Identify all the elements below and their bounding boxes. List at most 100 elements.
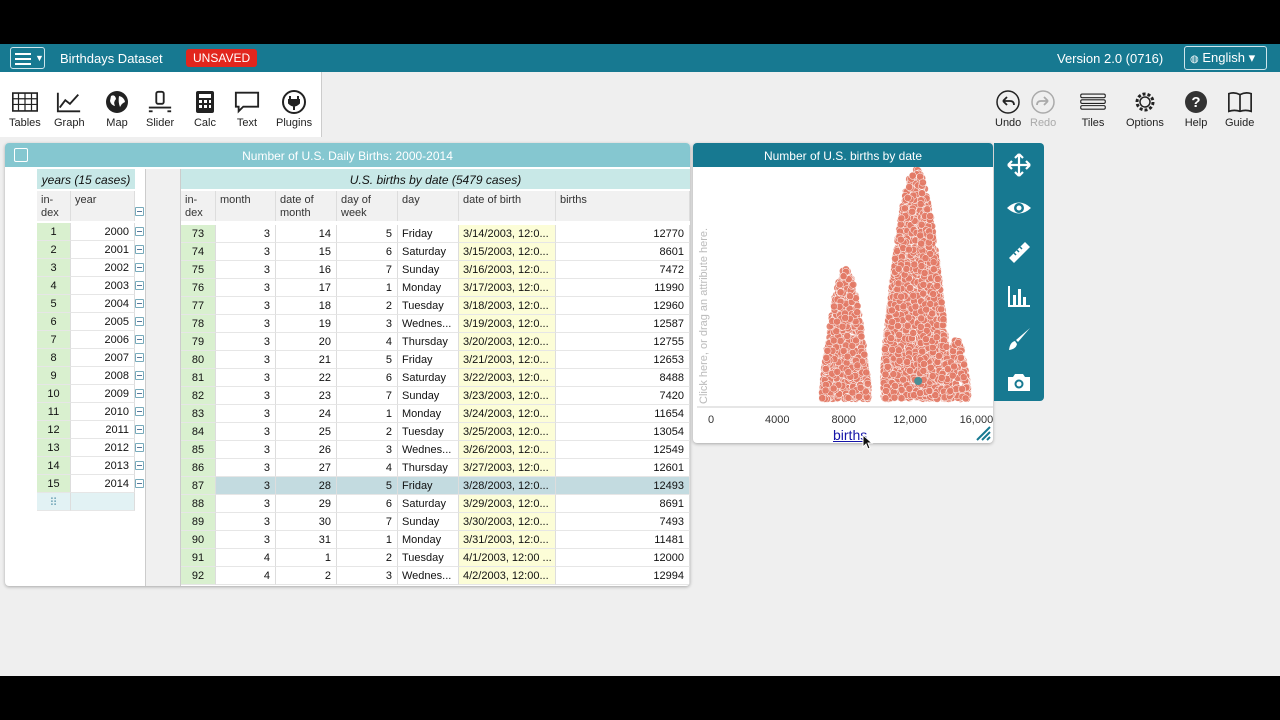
data-point[interactable] [894, 346, 903, 355]
data-point[interactable] [846, 292, 854, 301]
cell-month[interactable]: 3 [216, 459, 276, 477]
data-point[interactable] [836, 288, 845, 297]
data-point[interactable] [918, 189, 926, 198]
graph-tile[interactable]: Number of U.S. births by date 0 4000 8000 1… [693, 143, 993, 443]
parent-row-index[interactable]: 9 [37, 367, 71, 385]
cell-day[interactable]: Monday [398, 279, 459, 297]
cell-month[interactable]: 3 [216, 405, 276, 423]
data-point[interactable] [959, 373, 968, 382]
data-point[interactable] [919, 289, 928, 298]
data-point[interactable] [903, 358, 911, 366]
collapse-toggle-icon[interactable] [135, 407, 144, 416]
cell-day[interactable]: Saturday [398, 243, 459, 261]
data-point[interactable] [844, 368, 853, 376]
options-button[interactable]: Options [1126, 90, 1164, 129]
brush-icon[interactable] [1006, 326, 1032, 352]
resize-handle-icon[interactable] [975, 425, 991, 441]
data-point[interactable] [832, 327, 841, 336]
data-point[interactable] [894, 322, 902, 330]
cell-month[interactable]: 4 [216, 549, 276, 567]
child-row-index[interactable]: 89 [181, 513, 216, 531]
data-point[interactable] [853, 361, 862, 370]
data-point[interactable] [901, 204, 909, 213]
data-point[interactable] [835, 280, 844, 289]
data-point[interactable] [937, 298, 946, 307]
cell-date-of-month[interactable]: 24 [276, 405, 337, 423]
data-point[interactable] [902, 265, 911, 273]
cell-date-of-birth[interactable]: 3/27/2003, 12:0... [459, 459, 556, 477]
cell-births[interactable]: 12755 [556, 333, 690, 351]
cell-month[interactable]: 3 [216, 441, 276, 459]
data-point[interactable] [937, 305, 946, 314]
data-point[interactable] [950, 362, 958, 371]
cell-date-of-birth[interactable]: 3/29/2003, 12:0... [459, 495, 556, 513]
data-point[interactable] [860, 350, 869, 359]
parent-row-year[interactable]: 2009 [71, 385, 135, 403]
data-point[interactable] [821, 386, 830, 395]
tables-tool-button[interactable]: Tables [9, 90, 41, 129]
child-row-index[interactable]: 85 [181, 441, 216, 459]
cell-day-of-week[interactable]: 6 [337, 369, 398, 387]
child-row-index[interactable]: 77 [181, 297, 216, 315]
cell-day-of-week[interactable]: 4 [337, 459, 398, 477]
cell-date-of-month[interactable]: 31 [276, 531, 337, 549]
data-point[interactable] [849, 280, 858, 289]
cell-month[interactable]: 4 [216, 567, 276, 585]
cell-month[interactable]: 3 [216, 423, 276, 441]
cell-month[interactable]: 3 [216, 243, 276, 261]
cell-day-of-week[interactable]: 7 [337, 513, 398, 531]
child-row-index[interactable]: 91 [181, 549, 216, 567]
cell-date-of-month[interactable]: 15 [276, 243, 337, 261]
data-point[interactable] [918, 347, 927, 356]
cell-day-of-week[interactable]: 7 [337, 261, 398, 279]
cell-births[interactable]: 12960 [556, 297, 690, 315]
child-row-index[interactable]: 76 [181, 279, 216, 297]
cell-day-of-week[interactable]: 6 [337, 495, 398, 513]
data-point[interactable] [863, 379, 872, 388]
data-point[interactable] [903, 321, 912, 330]
cell-date-of-month[interactable]: 29 [276, 495, 337, 513]
parent-row-year[interactable]: 2000 [71, 223, 135, 241]
camera-icon[interactable] [1006, 369, 1032, 395]
ruler-icon[interactable] [1006, 239, 1032, 265]
parent-column-header[interactable]: in- dex [37, 191, 71, 221]
data-point[interactable] [908, 171, 917, 180]
data-point[interactable] [935, 352, 943, 360]
slider-tool-button[interactable]: Slider [146, 90, 174, 129]
selected-data-point[interactable] [914, 377, 923, 385]
data-point[interactable] [917, 220, 926, 229]
child-row-index[interactable]: 79 [181, 333, 216, 351]
data-point[interactable] [829, 336, 838, 345]
child-row-index[interactable]: 80 [181, 351, 216, 369]
cell-births[interactable]: 12587 [556, 315, 690, 333]
collapse-all-icon[interactable] [135, 207, 144, 216]
data-point[interactable] [918, 178, 927, 187]
child-row-index[interactable]: 74 [181, 243, 216, 261]
data-point[interactable] [932, 333, 941, 342]
chart-icon[interactable] [1006, 283, 1032, 309]
data-point[interactable] [933, 282, 942, 290]
cell-day-of-week[interactable]: 1 [337, 531, 398, 549]
map-tool-button[interactable]: Map [104, 90, 130, 129]
cell-date-of-birth[interactable]: 3/18/2003, 12:0... [459, 297, 556, 315]
cell-month[interactable]: 3 [216, 369, 276, 387]
data-point[interactable] [856, 383, 865, 392]
data-point[interactable] [881, 370, 890, 379]
cell-day-of-week[interactable]: 2 [337, 297, 398, 315]
data-point[interactable] [882, 387, 890, 395]
undo-button[interactable]: Undo [995, 90, 1021, 129]
parent-row-index[interactable]: 14 [37, 457, 71, 475]
cell-day-of-week[interactable]: 5 [337, 225, 398, 243]
new-case-row[interactable] [71, 493, 135, 511]
data-point[interactable] [910, 260, 919, 269]
data-point[interactable] [926, 232, 934, 241]
cell-births[interactable]: 11654 [556, 405, 690, 423]
parent-row-index[interactable]: 8 [37, 349, 71, 367]
cell-date-of-month[interactable]: 30 [276, 513, 337, 531]
cell-date-of-birth[interactable]: 3/20/2003, 12:0... [459, 333, 556, 351]
cell-date-of-month[interactable]: 1 [276, 549, 337, 567]
plugins-tool-button[interactable]: Plugins [276, 90, 312, 129]
cell-births[interactable]: 7493 [556, 513, 690, 531]
cell-date-of-birth[interactable]: 3/21/2003, 12:0... [459, 351, 556, 369]
data-point[interactable] [917, 262, 926, 270]
